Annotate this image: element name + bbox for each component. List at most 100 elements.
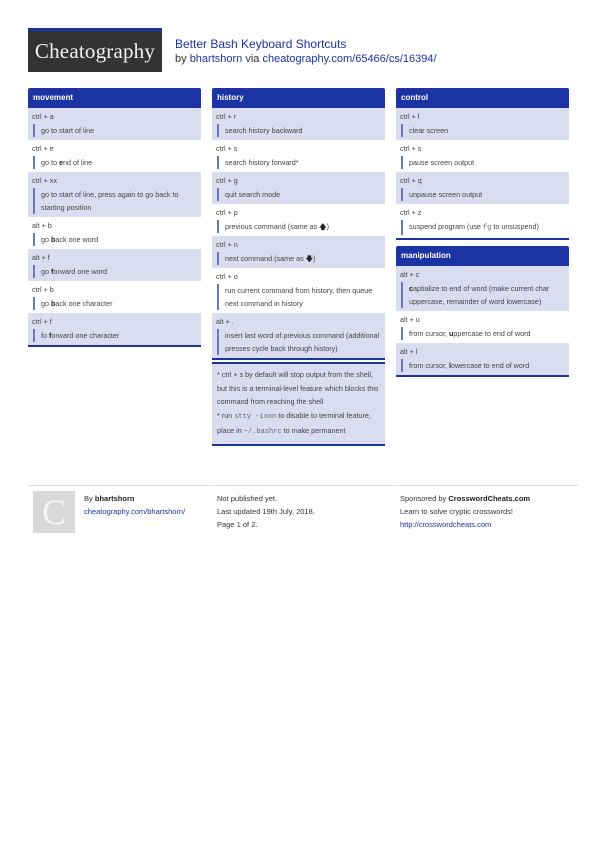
shortcut-desc: insert last word of previous command (ad…: [217, 329, 381, 355]
author-line: By bhartshorn: [84, 492, 214, 505]
desc-text: ): [326, 222, 330, 231]
shortcut-desc: captialize to end of word (make current …: [401, 282, 565, 308]
desc-text: ack one word: [55, 235, 99, 244]
shortcut-row: ctrl + z suspend program (use fg to unsu…: [396, 204, 569, 238]
shortcut-key: ctrl + g: [216, 176, 238, 185]
shortcut-row: ctrl + s pause screen output: [396, 140, 569, 172]
desc-text: go: [41, 267, 51, 276]
footer-divider: [396, 485, 578, 486]
shortcut-key: alt + c: [400, 270, 420, 279]
desc-text: go: [41, 235, 51, 244]
shortcut-key: alt + l: [400, 347, 418, 356]
shortcut-key: alt + u: [400, 315, 420, 324]
desc-text: owercase to end of word: [450, 361, 530, 370]
desc-text: aptialize to end of word (make current c…: [409, 284, 550, 306]
desc-text: ppercase to end of word: [453, 329, 531, 338]
desc-text: nd of line: [62, 158, 93, 167]
note-text: * run: [217, 410, 235, 420]
note-code: stty -ixon: [234, 412, 277, 421]
sponsor-link[interactable]: http://crosswordcheats.com: [400, 520, 491, 529]
history-note: * ctrl + s by default will stop output f…: [212, 362, 385, 446]
shortcut-row: alt + u from cursor, uppercase to end of…: [396, 311, 569, 343]
shortcut-desc: from cursor, uppercase to end of word: [401, 327, 565, 340]
column-2: history ctrl + r search history backward…: [212, 88, 385, 446]
sponsor-name: CrosswordCheats.com: [448, 494, 531, 503]
shortcut-key: ctrl + r: [216, 112, 237, 121]
cheatsheet-url-link[interactable]: cheatography.com/65466/cs/16394/: [262, 53, 436, 65]
shortcut-key: ctrl + xx: [32, 176, 57, 185]
shortcut-desc: go forward one word: [33, 265, 197, 278]
shortcut-key: ctrl + o: [216, 272, 238, 281]
desc-text: fo: [41, 331, 49, 340]
byline: by bhartshorn via cheatography.com/65466…: [175, 52, 437, 66]
shortcut-desc: go to end of line: [33, 156, 197, 169]
shortcut-row: alt + . insert last word of previous com…: [212, 313, 385, 358]
shortcut-desc: pause screen output: [401, 156, 565, 169]
shortcut-key: ctrl + z: [400, 208, 422, 217]
shortcut-desc: unpause screen output: [401, 188, 565, 201]
author-info: By bhartshorn cheatography.com/bhartshor…: [84, 492, 214, 518]
desc-text: orward one character: [51, 331, 120, 340]
cheatography-logo[interactable]: Cheatography: [28, 28, 162, 72]
shortcut-key: alt + .: [216, 317, 234, 326]
sponsor-line: Sponsored by CrosswordCheats.com: [400, 492, 578, 505]
section-header: manipulation: [396, 246, 569, 266]
shortcut-row: ctrl + e go to end of line: [28, 140, 201, 172]
desc-text: go to: [41, 158, 59, 167]
by-label: By: [84, 494, 93, 503]
sponsor-url-line: http://crosswordcheats.com: [400, 518, 578, 531]
shortcut-row: ctrl + o run current command from histor…: [212, 268, 385, 313]
note-line-2: * run stty -ixon to disable to terminal …: [217, 409, 380, 440]
shortcut-row: ctrl + l clear screen: [396, 108, 569, 140]
title-block: Better Bash Keyboard Shortcuts by bharts…: [175, 37, 437, 66]
shortcut-key: ctrl + q: [400, 176, 422, 185]
shortcut-desc: next command (same as 🡇): [217, 252, 381, 265]
avatar[interactable]: C: [33, 491, 75, 533]
via-label: via: [245, 53, 260, 65]
column-3: control ctrl + l clear screen ctrl + s p…: [396, 88, 569, 383]
shortcut-row: ctrl + q unpause screen output: [396, 172, 569, 204]
desc-text: from cursor,: [409, 361, 449, 370]
shortcut-desc: go to start of line, press again to go b…: [33, 188, 197, 214]
desc-text: ack one character: [55, 299, 113, 308]
shortcut-desc: fo forward one character: [33, 329, 197, 342]
desc-text: go: [41, 299, 51, 308]
footer-meta: Not published yet. Last updated 19th Jul…: [212, 485, 394, 531]
shortcut-row: ctrl + s search history forward*: [212, 140, 385, 172]
by-prefix: by: [175, 53, 187, 65]
sponsor-tagline: Learn to solve cryptic crosswords!: [400, 507, 513, 516]
published-status: Not published yet.: [217, 494, 278, 503]
author-url-line: cheatography.com/bhartshorn/: [84, 505, 214, 518]
shortcut-desc: run current command from history, then q…: [217, 284, 381, 310]
shortcut-row: alt + l from cursor, lowercase to end of…: [396, 343, 569, 375]
footer-divider: [212, 485, 394, 486]
shortcut-desc: quit search mode: [217, 188, 381, 201]
down-arrow-icon: 🡇: [305, 254, 314, 263]
desc-text: ): [313, 254, 316, 263]
author-link[interactable]: bhartshorn: [190, 53, 243, 65]
shortcut-row: alt + c captialize to end of word (make …: [396, 266, 569, 311]
shortcut-key: ctrl + s: [400, 144, 422, 153]
shortcut-key: ctrl + b: [32, 285, 54, 294]
footer-sponsor: Sponsored by CrosswordCheats.com Learn t…: [396, 485, 578, 531]
shortcut-desc: go to start of line: [33, 124, 197, 137]
desc-text: previous command (same as: [225, 222, 320, 231]
desc-text: orward one word: [53, 267, 107, 276]
page-title[interactable]: Better Bash Keyboard Shortcuts: [175, 37, 437, 52]
page-number: Page 1 of 2.: [217, 520, 258, 529]
author-profile-link[interactable]: cheatography.com/bhartshorn/: [84, 507, 185, 516]
section-header: control: [396, 88, 569, 108]
shortcut-desc: go back one character: [33, 297, 197, 310]
shortcut-row: ctrl + a go to start of line: [28, 108, 201, 140]
shortcut-key: ctrl + f: [32, 317, 52, 326]
shortcut-row: ctrl + r search history backward: [212, 108, 385, 140]
shortcut-key: ctrl + l: [400, 112, 420, 121]
shortcut-desc: previous command (same as 🡅): [217, 220, 381, 233]
shortcut-desc: search history forward*: [217, 156, 381, 169]
shortcut-key: ctrl + s: [216, 144, 238, 153]
desc-text: next command (same as: [225, 254, 306, 263]
shortcut-row: ctrl + n next command (same as 🡇): [212, 236, 385, 268]
shortcut-row: ctrl + b go back one character: [28, 281, 201, 313]
shortcut-desc: from cursor, lowercase to end of word: [401, 359, 565, 372]
note-line-1: * ctrl + s by default will stop output f…: [217, 370, 379, 406]
